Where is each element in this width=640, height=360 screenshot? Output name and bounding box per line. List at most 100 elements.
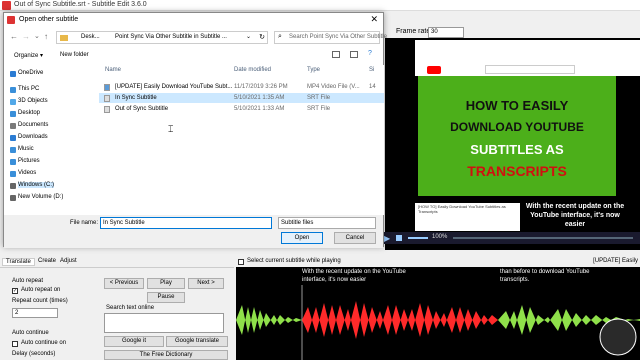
folder-icon	[60, 35, 68, 41]
waveform-red	[302, 301, 498, 339]
player-controls[interactable]: ▶ 100%	[378, 232, 640, 244]
filename-label: File name:	[70, 220, 99, 226]
desktop-icon	[10, 111, 16, 117]
video-thumbnail: HOW TO EASILY DOWNLOAD YOUTUBE SUBTITLES…	[418, 76, 616, 196]
waveform-graph	[236, 285, 640, 360]
free-dictionary-button[interactable]: The Free Dictionary	[104, 350, 228, 360]
play-button[interactable]: Play	[147, 278, 185, 289]
nav-item-this-pc[interactable]: This PC	[18, 86, 39, 92]
nav-item-downloads[interactable]: Downloads	[18, 134, 48, 140]
frame-rate-select[interactable]: 30	[428, 27, 464, 38]
dialog-footer: File name: In Sync Subtitle Subtitle fil…	[4, 215, 383, 248]
address-dropdown-icon[interactable]: ⌄	[246, 33, 251, 40]
volume-slider[interactable]	[408, 237, 428, 239]
waveform-sub1: With the recent update on the YouTube in…	[302, 269, 406, 283]
nav-item-pictures[interactable]: Pictures	[18, 158, 40, 164]
video-file-icon	[104, 84, 110, 91]
file-size: 14	[369, 84, 376, 90]
open-button[interactable]: Open	[281, 232, 323, 244]
file-row[interactable]: In Sync Subtitle 5/10/2021 1:35 AM SRT Fil…	[99, 93, 384, 103]
next-button[interactable]: Next >	[188, 278, 224, 289]
subtitle-overlay: With the recent update on the YouTube in…	[520, 202, 630, 229]
previous-button[interactable]: < Previous	[104, 278, 144, 289]
frame-rate-label: Frame rate:	[396, 28, 433, 35]
file-name: In Sync Subtitle	[115, 95, 157, 101]
thumb-line-2: DOWNLOAD YOUTUBE	[450, 120, 584, 134]
app-titlebar: Out of Sync Subtitle.srt - Subtitle Edit…	[0, 0, 640, 11]
app-icon	[2, 1, 11, 10]
seek-bar[interactable]	[453, 237, 633, 239]
auto-repeat-checkbox[interactable]: ✓	[12, 288, 18, 294]
tab-adjust[interactable]: Adjust	[58, 258, 79, 264]
file-name: Out of Sync Subtitle	[115, 106, 169, 112]
auto-continue-checkbox[interactable]	[12, 341, 18, 347]
navigation-pane: OneDrive This PC 3D Objects Desktop Document…	[4, 65, 96, 215]
recent-chevron-icon[interactable]: ⌄	[34, 32, 40, 40]
nav-item-onedrive[interactable]: OneDrive	[18, 70, 43, 76]
back-icon[interactable]: ←	[10, 32, 18, 41]
waveform-right-label: [UPDATE] Easily	[593, 258, 638, 264]
drive-icon	[10, 183, 16, 189]
search-box[interactable]: ⌕ Search Point Sync Via Other Subtitle	[274, 31, 387, 44]
mouse-cursor-icon: ⌶	[168, 124, 174, 134]
nav-item-music[interactable]: Music	[18, 146, 34, 152]
col-name[interactable]: Name	[105, 65, 121, 75]
refresh-icon[interactable]: ↻	[259, 33, 265, 41]
nav-item-desktop[interactable]: Desktop	[18, 110, 40, 116]
file-list-header: Name Date modified Type Si	[99, 65, 384, 75]
youtube-logo-icon	[427, 66, 441, 74]
file-row[interactable]: [UPDATE] Easily Download YouTube Subt...…	[99, 82, 384, 92]
google-translate-button[interactable]: Google translate	[166, 336, 228, 347]
repeat-count-select[interactable]: 2	[12, 308, 58, 318]
file-date: 11/17/2019 3:26 PM	[234, 84, 288, 90]
col-date[interactable]: Date modified	[234, 65, 271, 75]
tab-create[interactable]: Create	[36, 258, 58, 264]
up-icon[interactable]: ↑	[44, 32, 48, 41]
app-title: Out of Sync Subtitle.srt - Subtitle Edit…	[14, 1, 147, 8]
cancel-button[interactable]: Cancel	[334, 232, 376, 244]
dialog-app-icon	[7, 16, 15, 24]
file-type: SRT File	[307, 106, 331, 112]
delay-label: Delay (seconds)	[12, 351, 56, 357]
search-icon: ⌕	[278, 33, 282, 40]
search-text-input[interactable]	[104, 313, 224, 333]
file-name: [UPDATE] Easily Download YouTube Subt...	[115, 84, 233, 90]
waveform-green-left	[236, 305, 302, 335]
view-options-icon[interactable]	[332, 51, 340, 58]
search-placeholder: Search Point Sync Via Other Subtitle	[289, 34, 387, 40]
breadcrumb-folder[interactable]: Point Sync Via Other Subtitle in Subtitl…	[115, 34, 227, 40]
nav-item-windows-c-[interactable]: Windows (C:)	[18, 182, 55, 188]
auto-repeat-group-label: Auto repeat	[12, 278, 44, 284]
player-percent: 100%	[432, 234, 448, 240]
nav-item-videos[interactable]: Videos	[18, 170, 36, 176]
forward-icon[interactable]: →	[22, 32, 30, 41]
play-icon[interactable]: ▶	[384, 234, 390, 243]
help-icon[interactable]: ?	[368, 50, 372, 57]
presenter-avatar	[599, 318, 637, 356]
file-row[interactable]: Out of Sync Subtitle 5/10/2021 1:33 AM SRT…	[99, 104, 384, 114]
address-bar[interactable]: Desk... Point Sync Via Other Subtitle in…	[56, 31, 268, 44]
filetype-select[interactable]: Subtitle files	[278, 217, 376, 229]
nav-item-documents[interactable]: Documents	[18, 122, 48, 128]
organize-button[interactable]: Organize ▾	[14, 52, 43, 59]
col-type[interactable]: Type	[307, 65, 320, 75]
drive-icon	[10, 195, 16, 201]
close-icon[interactable]: ✕	[370, 14, 378, 25]
search-text-label: Search text online	[106, 305, 155, 311]
audio-waveform[interactable]: With the recent update on the YouTube in…	[236, 267, 640, 360]
google-it-button[interactable]: Google it	[104, 336, 164, 347]
filename-input[interactable]: In Sync Subtitle	[100, 217, 272, 229]
select-current-checkbox[interactable]	[238, 259, 244, 265]
breadcrumb-desktop[interactable]: Desk...	[81, 34, 100, 40]
new-folder-button[interactable]: New folder	[60, 52, 89, 58]
pause-button[interactable]: Pause	[147, 292, 185, 303]
nav-item-3d-objects[interactable]: 3D Objects	[18, 98, 48, 104]
youtube-search-bar	[485, 65, 575, 74]
stop-icon[interactable]	[396, 235, 402, 241]
tab-translate[interactable]: Translate	[2, 258, 35, 266]
col-size[interactable]: Si	[369, 65, 374, 75]
preview-pane-icon[interactable]	[350, 51, 358, 58]
nav-item-new-volume-d-[interactable]: New Volume (D:)	[18, 194, 63, 200]
file-date: 5/10/2021 1:35 AM	[234, 95, 285, 101]
file-list: Name Date modified Type Si [UPDATE] Easi…	[99, 65, 384, 215]
